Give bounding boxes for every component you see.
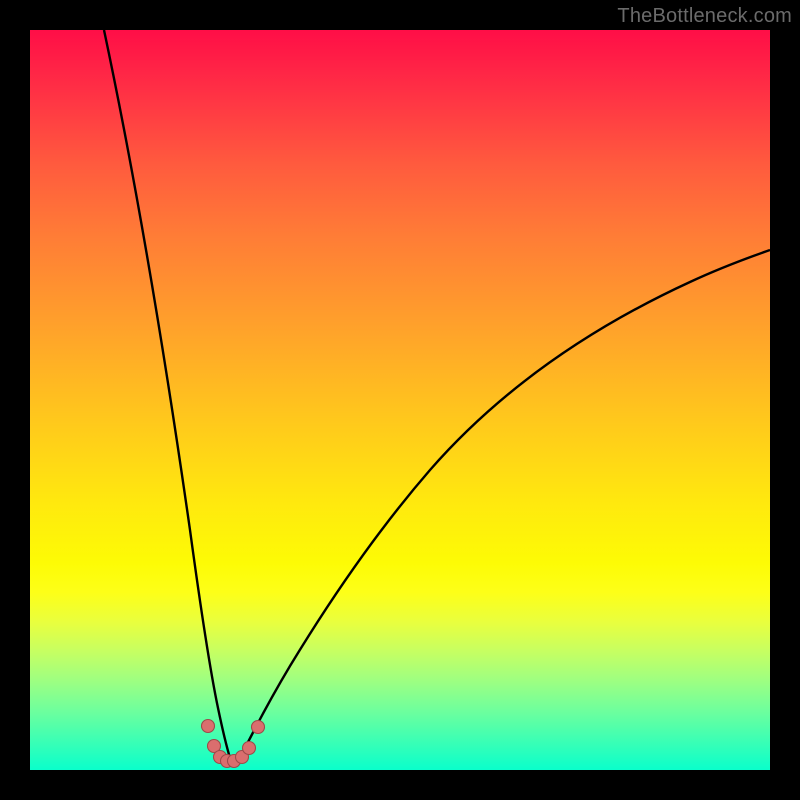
vertex-dots bbox=[202, 720, 265, 768]
dot-8 bbox=[252, 721, 265, 734]
dot-7 bbox=[243, 742, 256, 755]
plot-area bbox=[30, 30, 770, 770]
bottleneck-curve bbox=[104, 30, 770, 763]
chart-svg bbox=[30, 30, 770, 770]
watermark-text: TheBottleneck.com bbox=[617, 5, 792, 28]
dot-1 bbox=[202, 720, 215, 733]
chart-frame: TheBottleneck.com bbox=[0, 0, 800, 800]
curve-group bbox=[104, 30, 770, 763]
